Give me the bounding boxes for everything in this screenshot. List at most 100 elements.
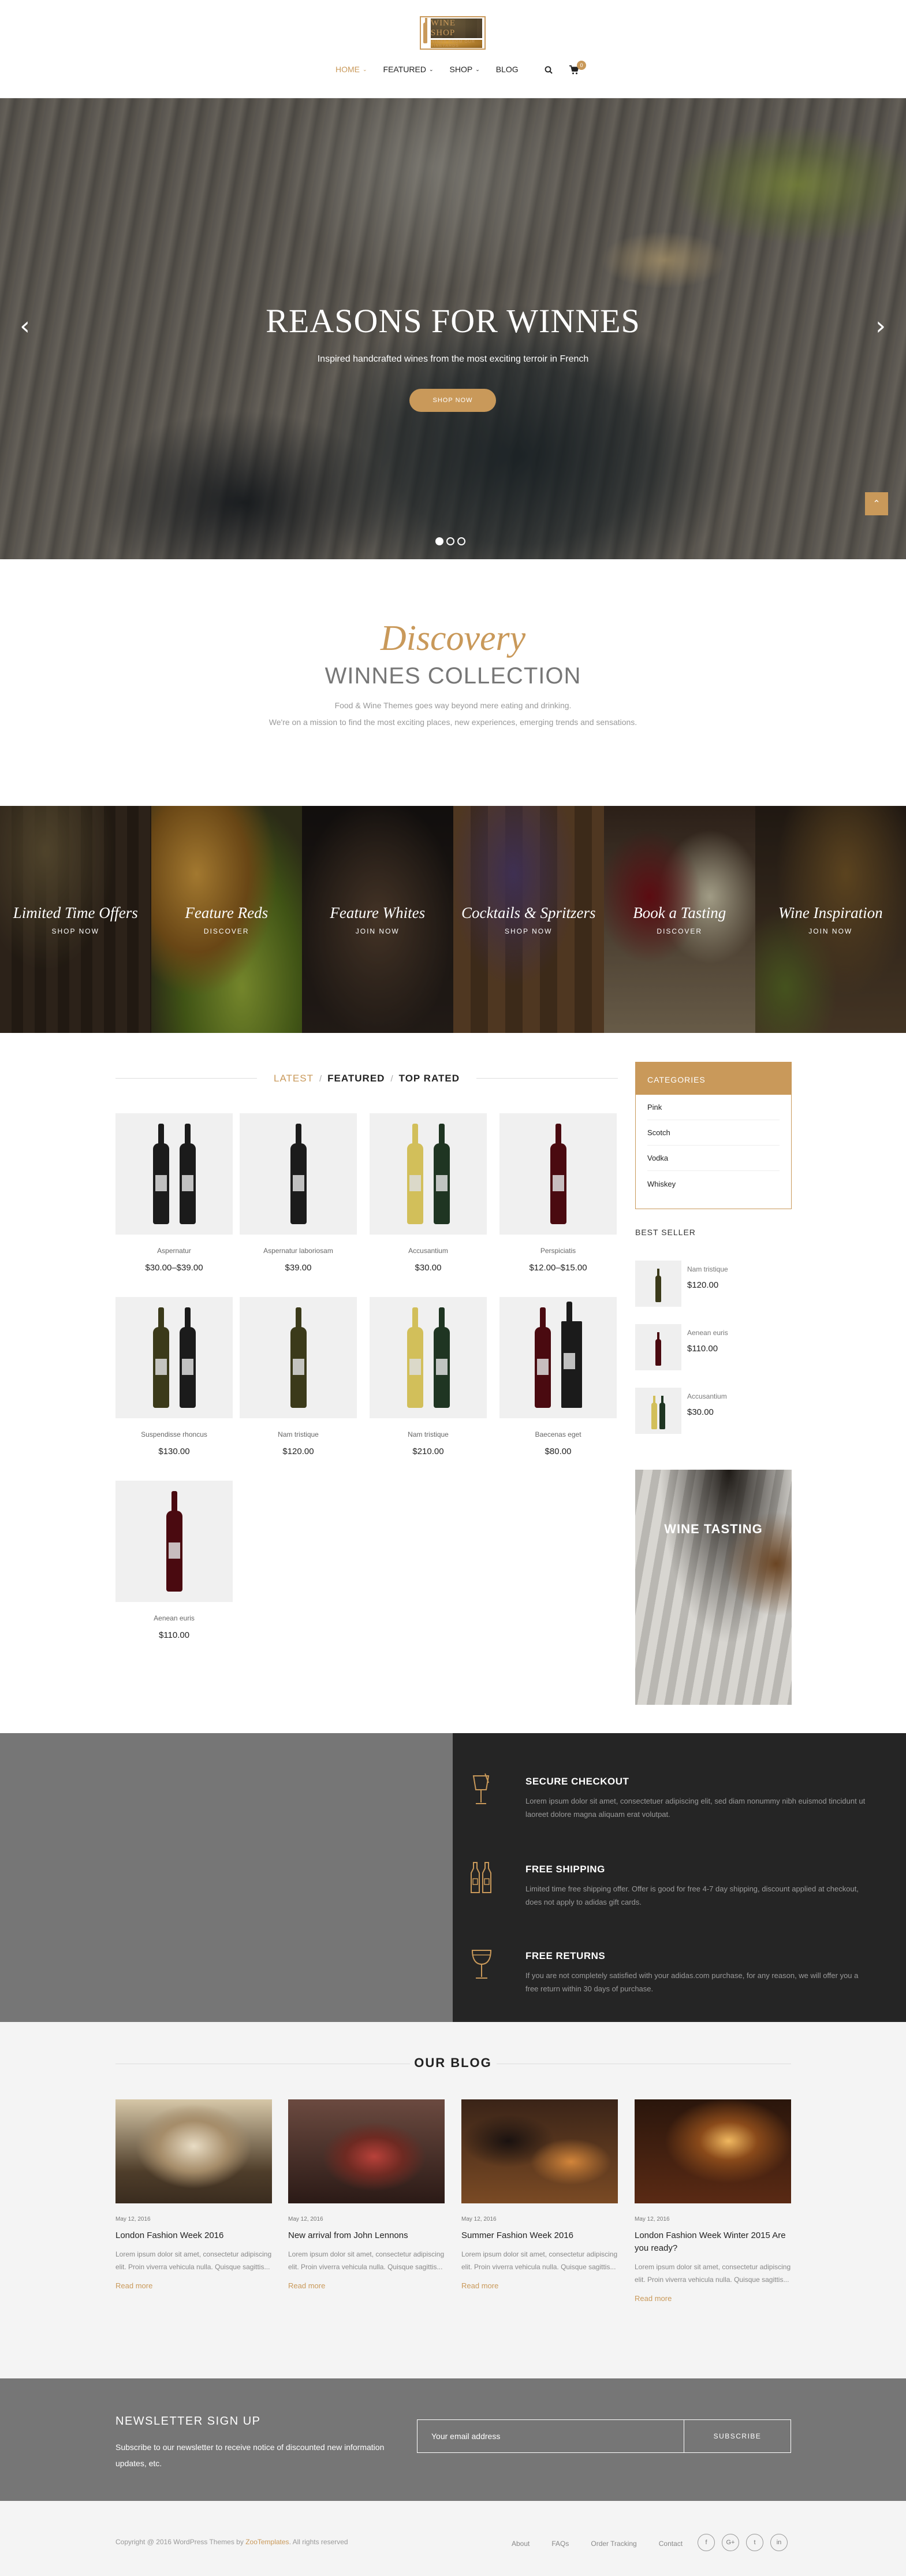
post-image[interactable] — [288, 2099, 445, 2203]
email-input[interactable] — [417, 2420, 684, 2452]
footer-link-order-tracking[interactable]: Order Tracking — [591, 2540, 636, 2548]
product-name[interactable]: Suspendisse rhoncus — [115, 1430, 233, 1438]
category-link[interactable]: Vodka — [647, 1146, 780, 1171]
twitter-icon[interactable]: t — [746, 2534, 763, 2551]
best-seller-item[interactable]: Aenean euris $110.00 — [635, 1324, 792, 1370]
read-more-link[interactable]: Read more — [288, 2281, 445, 2290]
main-nav: HOME ⌄ FEATURED ⌄ SHOP ⌄ BLOG — [335, 65, 535, 74]
tab-latest[interactable]: LATEST — [268, 1073, 319, 1084]
category-banner-feature-reds[interactable]: Feature Reds DISCOVER — [151, 806, 303, 1033]
subscribe-button[interactable]: SUBSCRIBE — [684, 2420, 791, 2452]
footer-link-contact[interactable]: Contact — [659, 2540, 683, 2548]
blog-title: OUR BLOG — [414, 2055, 492, 2070]
collection-description: Food & Wine Themes goes way beyond mere … — [334, 701, 572, 710]
product-thumbnail[interactable] — [635, 1261, 681, 1307]
read-more-link[interactable]: Read more — [635, 2294, 791, 2303]
cart-count-badge: 0 — [577, 61, 586, 70]
product-thumbnail[interactable] — [635, 1324, 681, 1370]
shop-now-button[interactable]: SHOP NOW — [409, 389, 496, 412]
banner-link[interactable]: SHOP NOW — [0, 927, 151, 935]
product-card[interactable]: Nam tristique $210.00 — [370, 1297, 487, 1456]
best-seller-item[interactable]: Accusantium $30.00 — [635, 1388, 792, 1434]
category-banner-feature-whites[interactable]: Feature Whites JOIN NOW — [302, 806, 453, 1033]
product-thumbnail[interactable] — [635, 1388, 681, 1434]
product-name[interactable]: Nam tristique — [687, 1265, 728, 1273]
product-image[interactable] — [240, 1297, 357, 1418]
best-seller-item[interactable]: Nam tristique $120.00 — [635, 1261, 792, 1307]
product-card[interactable]: Baecenas eget $80.00 — [499, 1297, 617, 1456]
product-card[interactable]: Aspernatur $30.00–$39.00 — [115, 1113, 233, 1273]
post-title[interactable]: London Fashion Week Winter 2015 Are you … — [635, 2229, 791, 2255]
site-logo[interactable]: WINE SHOP WINES FROM OUR VINEYARDS — [420, 16, 486, 50]
product-image[interactable] — [115, 1297, 233, 1418]
product-card[interactable]: Nam tristique $120.00 — [240, 1297, 357, 1456]
post-title[interactable]: London Fashion Week 2016 — [115, 2229, 272, 2242]
tab-featured[interactable]: FEATURED — [322, 1073, 390, 1084]
category-banner-limited-offers[interactable]: Limited Time Offers SHOP NOW — [0, 806, 151, 1033]
product-name[interactable]: Perspiciatis — [499, 1247, 617, 1255]
category-banner-tasting[interactable]: Book a Tasting DISCOVER — [604, 806, 755, 1033]
product-name[interactable]: Nam tristique — [240, 1430, 357, 1438]
product-name[interactable]: Aspernatur laboriosam — [240, 1247, 357, 1255]
category-link[interactable]: Whiskey — [647, 1171, 780, 1196]
banner-link[interactable]: JOIN NOW — [302, 927, 453, 935]
product-image[interactable] — [115, 1113, 233, 1235]
tab-top-rated[interactable]: TOP RATED — [393, 1073, 465, 1084]
product-card[interactable]: Perspiciatis $12.00–$15.00 — [499, 1113, 617, 1273]
product-image[interactable] — [115, 1481, 233, 1602]
slider-dot[interactable] — [435, 537, 443, 545]
nav-item-home[interactable]: HOME ⌄ — [335, 65, 367, 74]
post-image[interactable] — [115, 2099, 272, 2203]
banner-link[interactable]: JOIN NOW — [755, 927, 906, 935]
brand-link[interactable]: ZooTemplates — [245, 2538, 289, 2546]
footer-link-about[interactable]: About — [512, 2540, 530, 2548]
product-name[interactable]: Baecenas eget — [499, 1430, 617, 1438]
search-icon[interactable] — [545, 66, 553, 74]
nav-item-featured[interactable]: FEATURED ⌄ — [383, 65, 434, 74]
post-image[interactable] — [635, 2099, 791, 2203]
nav-item-blog[interactable]: BLOG — [496, 65, 519, 74]
banner-link[interactable]: DISCOVER — [151, 927, 303, 935]
post-title[interactable]: Summer Fashion Week 2016 — [461, 2229, 618, 2242]
product-price: $12.00–$15.00 — [529, 1263, 587, 1273]
wine-bottle-icon — [166, 1491, 182, 1592]
product-name[interactable]: Nam tristique — [370, 1430, 487, 1438]
product-image[interactable] — [370, 1297, 487, 1418]
footer-links: About FAQs Order Tracking Contact — [512, 2540, 683, 2548]
post-title[interactable]: New arrival from John Lennons — [288, 2229, 445, 2242]
product-card[interactable]: Aenean euris $110.00 — [115, 1481, 233, 1640]
facebook-icon[interactable]: f — [698, 2534, 715, 2551]
nav-item-shop[interactable]: SHOP ⌄ — [450, 65, 480, 74]
category-link[interactable]: Pink — [647, 1095, 780, 1120]
banner-link[interactable]: DISCOVER — [604, 927, 755, 935]
product-image[interactable] — [370, 1113, 487, 1235]
newsletter-title: NEWSLETTER SIGN UP — [115, 2415, 261, 2428]
slider-dot[interactable] — [446, 537, 454, 545]
product-image[interactable] — [240, 1113, 357, 1235]
product-card[interactable]: Aspernatur laboriosam $39.00 — [240, 1113, 357, 1273]
category-link[interactable]: Scotch — [647, 1120, 780, 1146]
slider-dot[interactable] — [457, 537, 465, 545]
category-banner-cocktails[interactable]: Cocktails & Spritzers SHOP NOW — [453, 806, 605, 1033]
product-image[interactable] — [499, 1297, 617, 1418]
product-name[interactable]: Aspernatur — [115, 1247, 233, 1255]
category-banner-inspiration[interactable]: Wine Inspiration JOIN NOW — [755, 806, 906, 1033]
product-card[interactable]: Accusantium $30.00 — [370, 1113, 487, 1273]
read-more-link[interactable]: Read more — [115, 2281, 272, 2290]
product-name[interactable]: Accusantium — [687, 1392, 727, 1400]
read-more-link[interactable]: Read more — [461, 2281, 618, 2290]
post-image[interactable] — [461, 2099, 618, 2203]
wine-bottle-icon — [659, 1396, 665, 1429]
product-image[interactable] — [499, 1113, 617, 1235]
banner-link[interactable]: SHOP NOW — [453, 927, 605, 935]
linkedin-icon[interactable]: in — [770, 2534, 788, 2551]
wine-tasting-banner[interactable]: WINE TASTING — [635, 1470, 792, 1705]
product-card[interactable]: Suspendisse rhoncus $130.00 — [115, 1297, 233, 1456]
back-to-top-button[interactable]: ⌃ — [865, 492, 888, 515]
product-name[interactable]: Aenean euris — [687, 1329, 728, 1337]
google-plus-icon[interactable]: G+ — [722, 2534, 739, 2551]
footer-link-faqs[interactable]: FAQs — [551, 2540, 569, 2548]
product-name[interactable]: Aenean euris — [115, 1614, 233, 1622]
service-title: SECURE CHECKOUT — [525, 1776, 629, 1787]
product-name[interactable]: Accusantium — [370, 1247, 487, 1255]
